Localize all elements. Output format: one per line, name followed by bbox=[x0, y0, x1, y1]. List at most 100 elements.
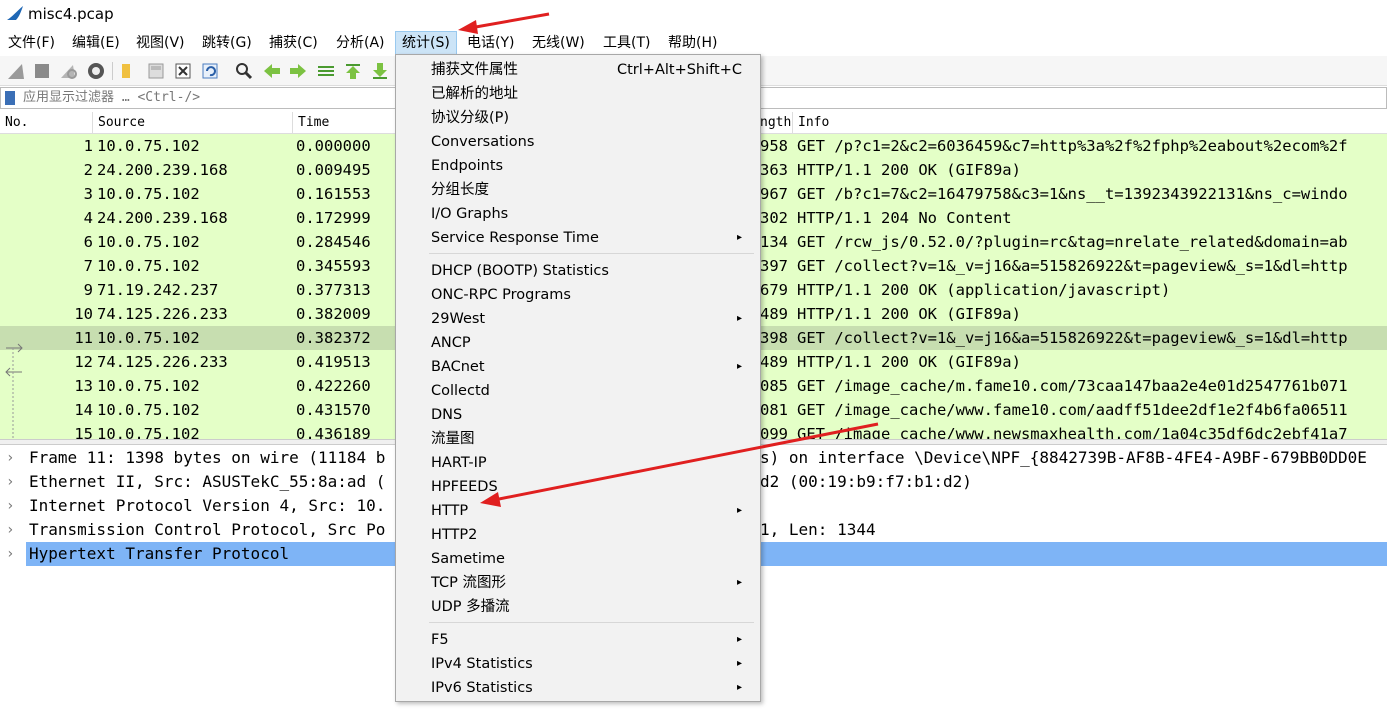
reload-file-icon[interactable] bbox=[200, 61, 220, 81]
go-back-icon[interactable] bbox=[262, 61, 282, 81]
column-header-no[interactable]: No. bbox=[0, 112, 93, 134]
stats-menu-item-ipv6-statistics[interactable]: IPv6 Statistics ▸ bbox=[396, 676, 760, 700]
menu-help[interactable]: 帮助(H) bbox=[662, 31, 723, 55]
menu-tools[interactable]: 工具(T) bbox=[597, 31, 656, 55]
menu-item-label: IPv4 Statistics bbox=[431, 656, 533, 672]
stats-menu-item-http2[interactable]: HTTP2 bbox=[396, 523, 760, 547]
expand-chevron-icon[interactable]: › bbox=[6, 518, 14, 542]
detail-frame-text-continued: s) on interface \Device\NPF_{8842739B-AF… bbox=[760, 448, 1367, 467]
packet-time: 0.382009 bbox=[296, 305, 371, 323]
stop-capture-icon[interactable] bbox=[32, 61, 52, 81]
packet-info: HTTP/1.1 200 OK (GIF89a) bbox=[797, 305, 1021, 323]
stats-menu-item-hpfeeds[interactable]: HPFEEDS bbox=[396, 475, 760, 499]
stats-menu-item-bacnet[interactable]: BACnet ▸ bbox=[396, 355, 760, 379]
display-filter-input[interactable]: 应用显示过滤器 … <Ctrl-/> bbox=[23, 89, 200, 107]
stats-menu-item-http[interactable]: HTTP ▸ bbox=[396, 499, 760, 523]
stats-menu-item-ipv4-statistics[interactable]: IPv4 Statistics ▸ bbox=[396, 652, 760, 676]
stats-menu-item-29west[interactable]: 29West ▸ bbox=[396, 307, 760, 331]
packet-info: GET /collect?v=1&_v=j16&a=515826922&t=pa… bbox=[797, 257, 1348, 275]
menu-item-label: HPFEEDS bbox=[431, 479, 498, 495]
packet-info: GET /b?c1=7&c2=16479758&c3=1&ns__t=13923… bbox=[797, 185, 1348, 203]
save-file-icon[interactable] bbox=[146, 61, 166, 81]
stats-menu-item-sametime[interactable]: Sametime bbox=[396, 547, 760, 571]
menu-item-label: 分组长度 bbox=[431, 182, 489, 198]
menu-statistics[interactable]: 统计(S) bbox=[395, 31, 457, 55]
packet-source: 10.0.75.102 bbox=[97, 329, 200, 347]
menu-wireless[interactable]: 无线(W) bbox=[526, 31, 591, 55]
menu-capture[interactable]: 捕获(C) bbox=[263, 31, 324, 55]
stats-menu-item-collectd[interactable]: Collectd bbox=[396, 379, 760, 403]
packet-time: 0.172999 bbox=[296, 209, 371, 227]
menu-analyze[interactable]: 分析(A) bbox=[330, 31, 391, 55]
packet-info: HTTP/1.1 200 OK (application/javascript) bbox=[797, 281, 1171, 299]
packet-no: 7 bbox=[83, 257, 93, 275]
packet-no: 3 bbox=[83, 185, 93, 203]
menu-telephony[interactable]: 电话(Y) bbox=[461, 31, 520, 55]
stats-menu-item-endpoints[interactable]: Endpoints bbox=[396, 154, 760, 178]
menu-item-label: 已解析的地址 bbox=[431, 86, 518, 102]
packet-length: 958 bbox=[760, 137, 788, 155]
menu-view[interactable]: 视图(V) bbox=[130, 31, 191, 55]
capture-options-icon[interactable] bbox=[86, 61, 106, 81]
stats-menu-item-dhcp-bootp-statistics[interactable]: DHCP (BOOTP) Statistics bbox=[396, 259, 760, 283]
menu-item-label: TCP 流图形 bbox=[431, 575, 506, 591]
packet-info: GET /image_cache/www.fame10.com/aadff51d… bbox=[797, 401, 1348, 419]
submenu-arrow-icon: ▸ bbox=[737, 232, 743, 243]
menu-go[interactable]: 跳转(G) bbox=[196, 31, 258, 55]
column-header-source[interactable]: Source bbox=[93, 112, 293, 134]
stats-menu-item-0-1[interactable]: 已解析的地址 bbox=[396, 82, 760, 106]
packet-info: HTTP/1.1 200 OK (GIF89a) bbox=[797, 353, 1021, 371]
open-file-icon[interactable] bbox=[118, 61, 138, 81]
go-to-packet-icon[interactable] bbox=[316, 61, 336, 81]
filter-bookmark-icon[interactable] bbox=[5, 91, 15, 105]
packet-time: 0.161553 bbox=[296, 185, 371, 203]
stats-menu-item-service-response-time[interactable]: Service Response Time ▸ bbox=[396, 226, 760, 250]
go-to-first-packet-icon[interactable] bbox=[343, 61, 363, 81]
expand-chevron-icon[interactable]: › bbox=[6, 470, 14, 494]
menu-item-label: HTTP bbox=[431, 503, 469, 519]
packet-source: 24.200.239.168 bbox=[97, 209, 228, 227]
stats-menu-item-tcp[interactable]: TCP 流图形 ▸ bbox=[396, 571, 760, 595]
packet-no: 14 bbox=[74, 401, 93, 419]
packet-source: 10.0.75.102 bbox=[97, 233, 200, 251]
menu-item-label: BACnet bbox=[431, 359, 485, 375]
packet-info: HTTP/1.1 204 No Content bbox=[797, 209, 1012, 227]
menu-item-label: I/O Graphs bbox=[431, 206, 509, 222]
menu-edit[interactable]: 编辑(E) bbox=[66, 31, 126, 55]
stats-menu-item-0-0[interactable]: 捕获文件属性 Ctrl+Alt+Shift+C bbox=[396, 58, 760, 82]
restart-capture-icon[interactable] bbox=[58, 61, 78, 81]
stats-menu-item-ancp[interactable]: ANCP bbox=[396, 331, 760, 355]
menu-file[interactable]: 文件(F) bbox=[2, 31, 61, 55]
go-forward-icon[interactable] bbox=[288, 61, 308, 81]
menu-item-label: Service Response Time bbox=[431, 230, 599, 246]
column-header-info[interactable]: Info bbox=[793, 112, 1387, 134]
stats-menu-item-onc-rpc-programs[interactable]: ONC-RPC Programs bbox=[396, 283, 760, 307]
expand-chevron-icon[interactable]: › bbox=[6, 446, 14, 470]
stats-menu-item-conversations[interactable]: Conversations bbox=[396, 130, 760, 154]
packet-time: 0.000000 bbox=[296, 137, 371, 155]
stats-menu-item-p[interactable]: 协议分级(P) bbox=[396, 106, 760, 130]
expand-chevron-icon[interactable]: › bbox=[6, 542, 14, 566]
stats-menu-item-0-5[interactable]: 分组长度 bbox=[396, 178, 760, 202]
stats-menu-item-dns[interactable]: DNS bbox=[396, 403, 760, 427]
find-packet-icon[interactable] bbox=[234, 61, 254, 81]
packet-no: 11 bbox=[74, 329, 93, 347]
packet-time: 0.284546 bbox=[296, 233, 371, 251]
stats-menu-item-f5[interactable]: F5 ▸ bbox=[396, 628, 760, 652]
packet-length: 397 bbox=[760, 257, 788, 275]
stats-menu-item-hart-ip[interactable]: HART-IP bbox=[396, 451, 760, 475]
shark-fin-start-icon[interactable] bbox=[6, 61, 26, 81]
packet-info: GET /image_cache/www.newsmaxhealth.com/1… bbox=[797, 425, 1348, 439]
menu-item-label: Conversations bbox=[431, 134, 535, 150]
packet-time: 0.009495 bbox=[296, 161, 371, 179]
packet-source: 10.0.75.102 bbox=[97, 185, 200, 203]
go-to-last-packet-icon[interactable] bbox=[370, 61, 390, 81]
submenu-arrow-icon: ▸ bbox=[737, 682, 743, 693]
menu-item-label: F5 bbox=[431, 632, 449, 648]
stats-menu-item-i-o-graphs[interactable]: I/O Graphs bbox=[396, 202, 760, 226]
stats-menu-item-udp[interactable]: UDP 多播流 bbox=[396, 595, 760, 619]
menu-item-label: ONC-RPC Programs bbox=[431, 287, 571, 303]
expand-chevron-icon[interactable]: › bbox=[6, 494, 14, 518]
stats-menu-item-1-7[interactable]: 流量图 bbox=[396, 427, 760, 451]
close-file-icon[interactable] bbox=[173, 61, 193, 81]
